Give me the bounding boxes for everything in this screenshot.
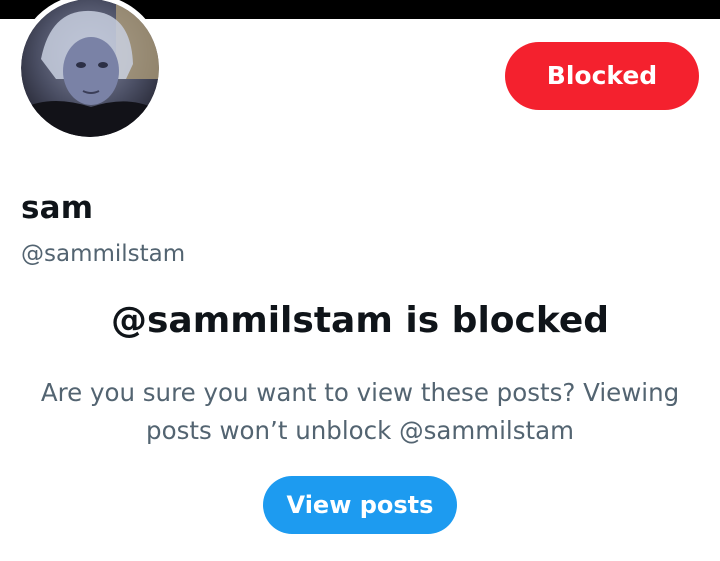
view-posts-button[interactable]: View posts: [263, 476, 457, 534]
avatar-photo: [21, 0, 159, 137]
blocked-description: Are you sure you want to view these post…: [40, 378, 680, 445]
profile-page: Blocked sam @sammilstam @sammilstam is b…: [0, 0, 720, 561]
blocked-button[interactable]: Blocked: [505, 42, 699, 110]
blocked-heading: @sammilstam is blocked: [110, 300, 610, 341]
profile-name: sam: [21, 190, 94, 226]
profile-handle: @sammilstam: [21, 241, 186, 267]
avatar[interactable]: [16, 0, 164, 142]
